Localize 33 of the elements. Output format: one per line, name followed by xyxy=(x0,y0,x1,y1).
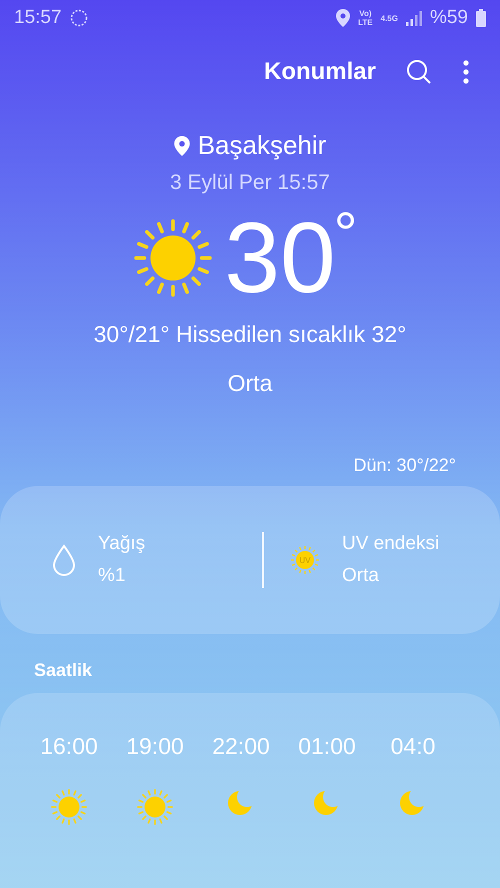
sun-icon xyxy=(50,788,88,826)
detail-value: %1 xyxy=(98,565,126,587)
temperature: 30 xyxy=(224,208,336,308)
search-button[interactable] xyxy=(406,59,432,85)
battery-percent: %59 xyxy=(430,7,468,29)
section-title: Saatlik xyxy=(34,660,94,681)
hour-time: 01:00 xyxy=(298,733,356,760)
status-time: 15:57 xyxy=(14,7,62,29)
data-type-indicator: 4.5G xyxy=(380,14,398,22)
volte-indicator: Vo) LTE xyxy=(358,9,373,27)
sync-icon xyxy=(70,9,88,27)
header-title: Konumlar xyxy=(264,58,376,86)
hour-time: 04:0 xyxy=(390,733,436,760)
battery-icon xyxy=(476,9,486,27)
hour-time: 16:00 xyxy=(40,733,98,760)
location-pin-icon xyxy=(174,136,190,156)
more-options-button[interactable] xyxy=(462,59,470,85)
signal-icon xyxy=(406,10,422,26)
sun-icon xyxy=(132,217,214,299)
location-name: Başakşehir xyxy=(198,130,326,161)
drop-icon xyxy=(52,544,76,576)
hour-time: 19:00 xyxy=(126,733,184,760)
yesterday-temperature: Dün: 30°/22° xyxy=(354,455,456,476)
hour-time: 22:00 xyxy=(212,733,270,760)
detail-label: UV endeksi xyxy=(342,533,440,555)
degree-symbol: ° xyxy=(334,199,358,268)
temperature-summary: 30°/21° Hissedilen sıcaklık 32° xyxy=(94,321,406,348)
sun-icon xyxy=(136,788,174,826)
air-quality: Orta xyxy=(228,370,272,397)
detail-value: Orta xyxy=(342,565,380,587)
date-time: 3 Eylül Per 15:57 xyxy=(170,171,330,195)
detail-label: Yağış xyxy=(98,533,146,555)
location-icon xyxy=(336,9,350,27)
